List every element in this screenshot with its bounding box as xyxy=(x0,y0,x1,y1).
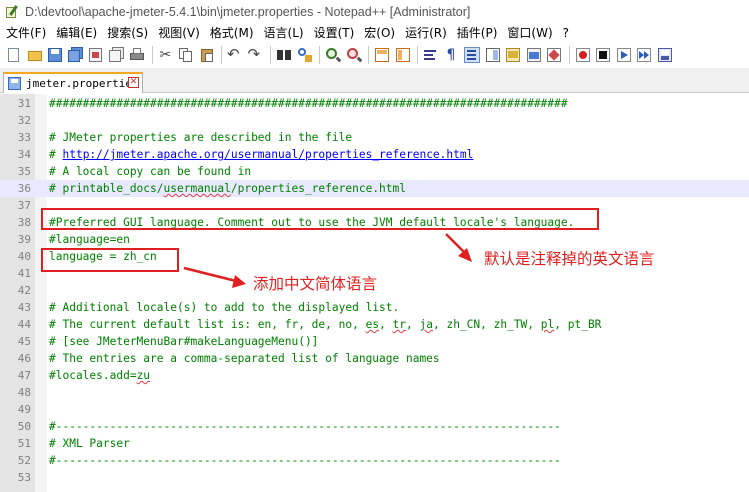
menu-macro[interactable]: 宏(O) xyxy=(364,24,402,41)
close-icon[interactable] xyxy=(88,47,104,63)
replace-icon[interactable] xyxy=(297,47,313,63)
open-file-icon[interactable] xyxy=(27,47,43,63)
saved-file-icon xyxy=(8,77,21,90)
toolbar-separator xyxy=(368,46,369,64)
toolbar-separator xyxy=(151,46,153,64)
new-file-icon[interactable] xyxy=(6,47,22,63)
menu-window[interactable]: 窗口(W) xyxy=(507,24,559,41)
menu-settings[interactable]: 设置(T) xyxy=(314,24,362,41)
toolbar-separator xyxy=(319,46,320,64)
notepad-plus-plus-icon xyxy=(5,4,19,19)
play-macro-icon[interactable] xyxy=(616,47,632,63)
tab-close-button[interactable]: ✕ xyxy=(128,77,139,88)
menu-view[interactable]: 视图(V) xyxy=(158,24,207,41)
menu-help[interactable]: ? xyxy=(563,26,576,40)
tab-jmeter-properties[interactable]: jmeter.properties ✕ xyxy=(3,72,143,93)
undo-icon[interactable]: ↶ xyxy=(227,46,243,63)
editor[interactable]: 31 ######################################… xyxy=(0,94,749,492)
note-default-english: 默认是注释掉的英文语言 xyxy=(484,250,655,268)
redo-icon[interactable]: ↷ xyxy=(248,46,264,63)
stop-macro-icon[interactable] xyxy=(595,47,611,63)
toolbar-separator xyxy=(568,46,570,64)
print-icon[interactable] xyxy=(129,47,145,63)
sync-vertical-icon[interactable] xyxy=(374,47,390,63)
paste-icon[interactable] xyxy=(199,47,215,63)
record-macro-icon[interactable] xyxy=(575,47,591,63)
save-all-icon[interactable] xyxy=(67,47,84,63)
doc-map-icon[interactable] xyxy=(485,47,501,63)
cut-icon[interactable]: ✂ xyxy=(158,47,174,63)
toolbar: ✂ ↶ ↷ ¶ xyxy=(0,42,749,68)
toolbar-separator xyxy=(221,46,222,64)
word-wrap-icon[interactable] xyxy=(423,47,439,63)
close-all-icon[interactable] xyxy=(108,47,125,63)
monitoring-icon[interactable] xyxy=(546,47,562,63)
save-icon[interactable] xyxy=(47,47,63,63)
menu-run[interactable]: 运行(R) xyxy=(405,24,454,41)
tab-bar: jmeter.properties ✕ xyxy=(0,68,749,93)
menu-file[interactable]: 文件(F) xyxy=(6,24,53,41)
run-macro-multiple-icon[interactable] xyxy=(636,47,652,63)
menu-search[interactable]: 搜索(S) xyxy=(107,24,155,41)
show-all-chars-icon[interactable]: ¶ xyxy=(444,47,460,63)
toolbar-separator xyxy=(270,46,271,64)
sync-horizontal-icon[interactable] xyxy=(395,47,411,63)
save-macro-icon[interactable] xyxy=(657,47,673,63)
title-bar: D:\devtool\apache-jmeter-5.4.1\bin\jmete… xyxy=(0,0,749,23)
menu-plugins[interactable]: 插件(P) xyxy=(457,24,505,41)
window-title: D:\devtool\apache-jmeter-5.4.1\bin\jmete… xyxy=(25,4,471,19)
indent-guide-icon[interactable] xyxy=(464,47,480,63)
menu-edit[interactable]: 编辑(E) xyxy=(56,24,104,41)
note-add-chinese: 添加中文简体语言 xyxy=(253,275,378,293)
copy-icon[interactable] xyxy=(178,47,194,63)
menu-format[interactable]: 格式(M) xyxy=(210,24,261,41)
menu-bar: 文件(F) 编辑(E) 搜索(S) 视图(V) 格式(M) 语言(L) 设置(T) 宏(O) 运… xyxy=(0,23,749,42)
zoom-out-icon[interactable] xyxy=(346,47,362,63)
find-icon[interactable] xyxy=(276,47,292,63)
tab-label: jmeter.properties xyxy=(26,77,139,90)
folder-workspace-icon[interactable] xyxy=(526,47,542,63)
toolbar-separator xyxy=(417,46,418,64)
function-list-icon[interactable] xyxy=(505,47,521,63)
menu-language[interactable]: 语言(L) xyxy=(264,24,311,41)
zoom-in-icon[interactable] xyxy=(325,47,342,63)
